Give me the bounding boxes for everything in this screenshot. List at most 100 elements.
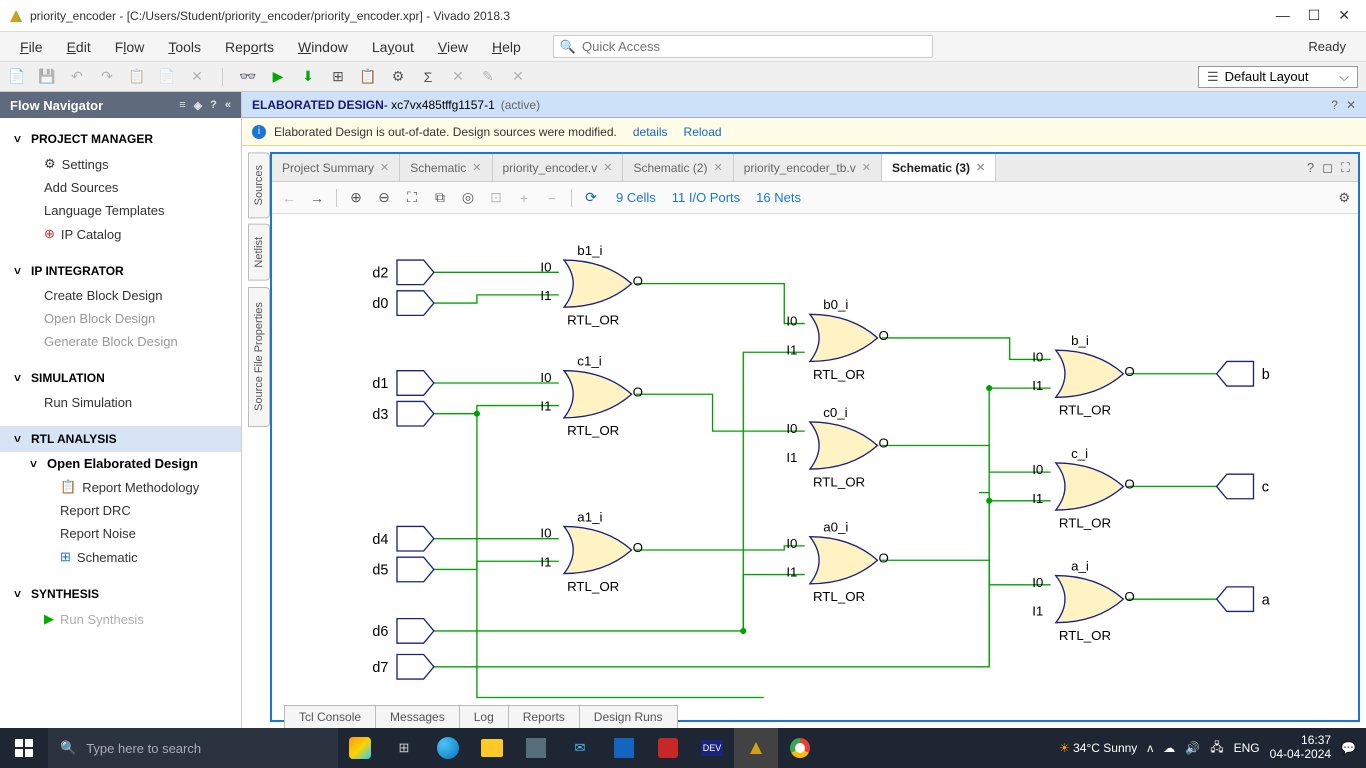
item-add-sources[interactable]: Add Sources [0,176,241,199]
menu-file[interactable]: File [8,35,55,59]
regenerate-icon[interactable]: ⟳ [582,189,600,207]
close-tab-icon[interactable]: ✕ [380,161,389,174]
zoom-area-icon[interactable]: ⧉ [431,189,449,207]
start-button[interactable] [0,728,48,768]
menu-tools[interactable]: Tools [156,35,213,59]
port-d0[interactable]: d0 [372,291,433,316]
gate-b1[interactable]: I0 I1 O b1_i RTL_OR [540,243,643,328]
section-project-manager[interactable]: PROJECT MANAGER [0,126,241,152]
zoom-fit-icon[interactable]: ⛶ [403,189,421,207]
minimize-panel-icon[interactable]: « [225,99,231,112]
help-icon[interactable]: ? [210,99,217,112]
explorer-icon[interactable] [470,728,514,768]
new-icon[interactable]: 📄 [8,68,26,86]
collapse-icon[interactable]: ≡ [179,99,185,112]
layout-dropdown[interactable]: ☰ Default Layout ⌵ [1198,66,1358,88]
editor-settings-icon[interactable]: ⚙ [1338,190,1350,206]
notifications-icon[interactable]: 💬 [1341,741,1356,755]
clipboard-icon[interactable]: 📋 [359,68,377,86]
zoom-out-icon[interactable]: ⊖ [375,189,393,207]
sigma-icon[interactable]: Σ [419,68,437,86]
gate-a1[interactable]: I0 I1 O a1_i RTL_OR [540,509,643,594]
item-run-simulation[interactable]: Run Simulation [0,391,241,414]
undo-icon[interactable]: ↶ [68,68,86,86]
tab-tcl-console[interactable]: Tcl Console [284,705,376,728]
port-d7[interactable]: d7 [372,654,433,679]
volume-icon[interactable]: 🔊 [1185,741,1200,755]
maximize-icon[interactable]: ☐ [1308,7,1321,24]
port-d3[interactable]: d3 [372,401,433,426]
menu-window[interactable]: Window [286,35,360,59]
tab-log[interactable]: Log [459,705,509,728]
copy-icon[interactable]: 📋 [128,68,146,86]
mark-icon[interactable]: ✕ [509,68,527,86]
gate-c0[interactable]: I0 I1 O c0_i RTL_OR [786,405,889,490]
info-ports[interactable]: 11 I/O Ports [672,190,740,205]
banner-details-link[interactable]: details [633,125,668,139]
menu-layout[interactable]: Layout [360,35,426,59]
help-icon[interactable]: ? [1307,160,1314,175]
tray-chevron-icon[interactable]: ʌ [1147,741,1153,755]
tab-design-runs[interactable]: Design Runs [579,705,678,728]
gate-a0[interactable]: I0 I1 O a0_i RTL_OR [786,520,889,605]
close-tab-icon[interactable]: ✕ [603,161,612,174]
port-d2[interactable]: d2 [372,260,433,285]
item-generate-block[interactable]: Generate Block Design [0,330,241,353]
tab-reports[interactable]: Reports [508,705,580,728]
tab-schematic-2[interactable]: Schematic (2)✕ [623,154,733,181]
store-icon[interactable] [514,728,558,768]
port-d5[interactable]: d5 [372,557,433,582]
vtab-netlist[interactable]: Netlist [248,224,270,281]
edge-icon[interactable] [426,728,470,768]
taskbar-search[interactable]: 🔍 Type here to search [48,728,338,768]
close-design-icon[interactable]: ✕ [1346,98,1356,112]
port-d1[interactable]: d1 [372,371,433,396]
network-icon[interactable]: 🖧 [1210,738,1223,759]
impl-icon[interactable]: ⊞ [329,68,347,86]
expand-icon[interactable]: ⊡ [487,189,505,207]
section-simulation[interactable]: SIMULATION [0,365,241,391]
quick-access-input[interactable] [580,38,926,55]
close-tab-icon[interactable]: ✕ [713,161,722,174]
nav-forward-icon[interactable]: → [308,189,326,207]
edit-icon[interactable]: ✎ [479,68,497,86]
vtab-sources[interactable]: Sources [248,152,270,218]
item-schematic[interactable]: ⊞Schematic [0,545,241,569]
quick-access-search[interactable]: 🔍 [553,35,933,58]
minimize-editor-icon[interactable]: ◻ [1322,160,1333,176]
close-tab-icon[interactable]: ✕ [472,161,481,174]
tab-project-summary[interactable]: Project Summary✕ [272,154,400,181]
gate-b[interactable]: I0 I1 O b_i RTL_OR [1032,333,1135,418]
auto-fit-icon[interactable]: ◎ [459,189,477,207]
schematic-canvas[interactable]: d2 d0 d1 d3 d4 d5 d6 d7 I0 I1 O [272,214,1358,720]
vtab-source-file-properties[interactable]: Source File Properties [248,287,270,427]
item-run-synthesis[interactable]: ▶Run Synthesis [0,607,241,631]
close-tab-icon[interactable]: ✕ [862,161,871,174]
item-language-templates[interactable]: Language Templates [0,199,241,222]
app2-icon[interactable] [602,728,646,768]
gate-b0[interactable]: I0 I1 O b0_i RTL_OR [786,297,889,382]
paste-icon[interactable]: 📄 [158,68,176,86]
devcpp-icon[interactable]: DEV [690,728,734,768]
tab-messages[interactable]: Messages [375,705,460,728]
section-synthesis[interactable]: SYNTHESIS [0,581,241,607]
port-c[interactable]: c [1217,474,1269,499]
item-report-drc[interactable]: Report DRC [0,499,241,522]
gate-c[interactable]: I0 I1 O c_i RTL_OR [1032,446,1135,531]
language-indicator[interactable]: ENG [1234,741,1260,755]
task-view-icon[interactable]: ⊞ [382,728,426,768]
gate-c1[interactable]: I0 I1 O c1_i RTL_OR [540,354,643,439]
cortana-icon[interactable] [338,728,382,768]
save-icon[interactable]: 💾 [38,68,56,86]
tab-encoder-v[interactable]: priority_encoder.v✕ [493,154,624,181]
cancel-icon[interactable]: ✕ [449,68,467,86]
item-report-methodology[interactable]: 📋Report Methodology [0,475,241,499]
gear-icon[interactable]: ⚙ [389,68,407,86]
info-nets[interactable]: 16 Nets [756,190,801,205]
clock[interactable]: 16:37 04-04-2024 [1270,734,1331,762]
help-icon[interactable]: ? [1331,98,1338,112]
vivado-taskbar-icon[interactable] [734,728,778,768]
close-icon[interactable]: ✕ [1338,7,1350,24]
minimize-icon[interactable]: — [1276,7,1290,24]
pin-icon[interactable]: ◈ [194,99,202,112]
